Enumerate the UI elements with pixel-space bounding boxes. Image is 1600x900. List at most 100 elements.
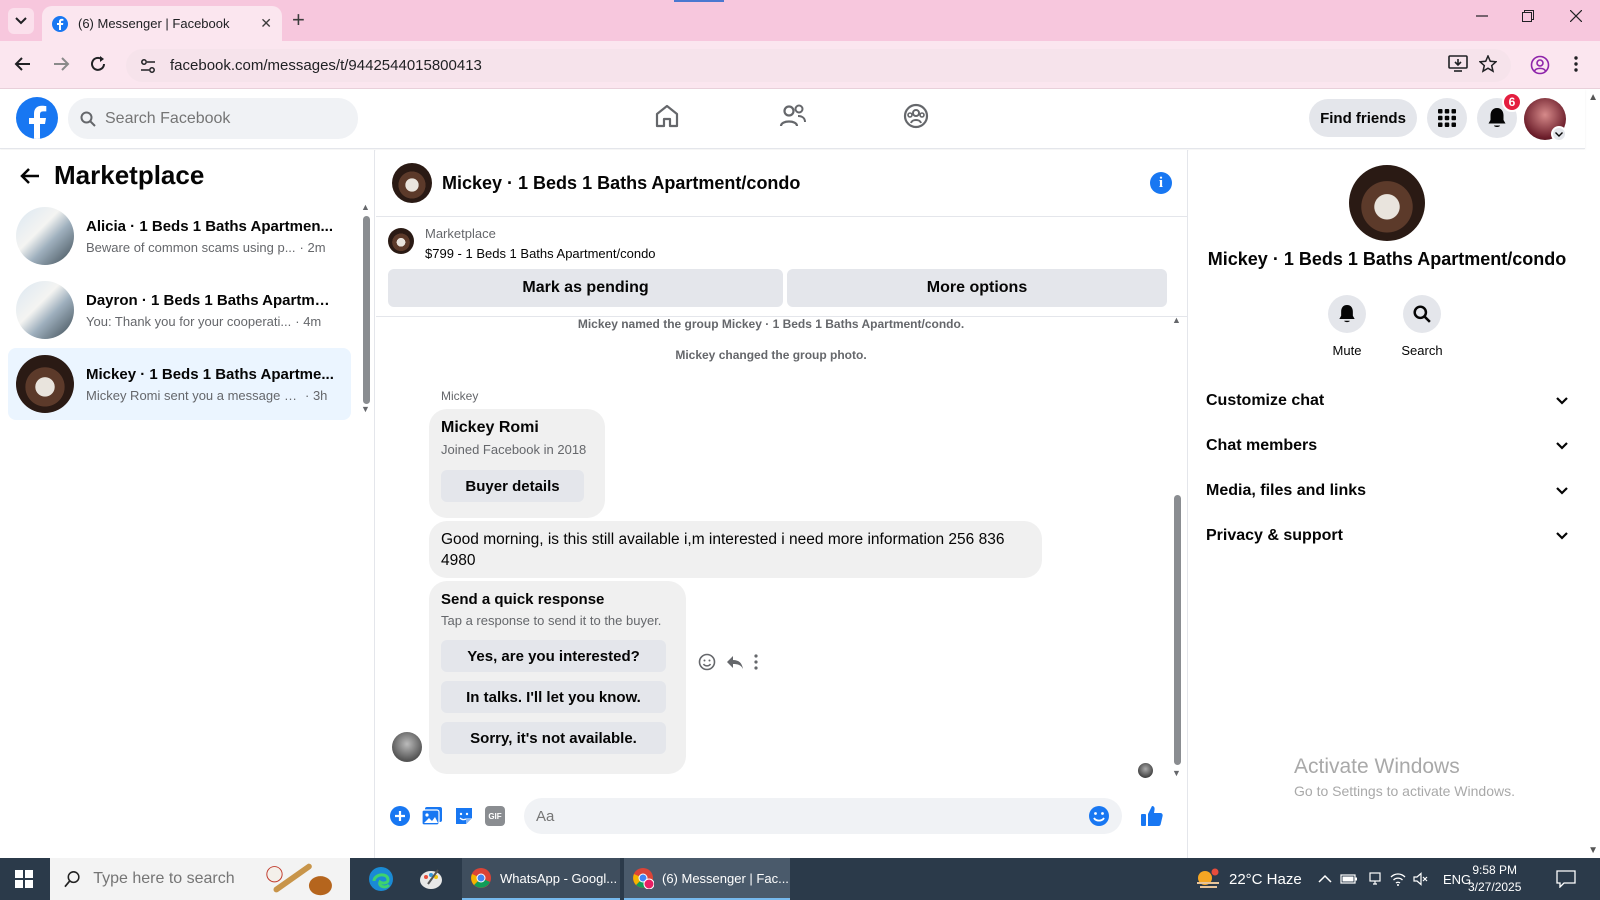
photo-icon[interactable] [421,806,443,826]
messenger-chrome-taskbar-item[interactable]: (6) Messenger | Fac... [624,858,790,900]
profile-icon[interactable] [1530,55,1550,75]
windows-start-icon[interactable] [0,858,48,900]
groups-icon[interactable] [903,103,929,129]
chat-list-item[interactable]: Dayron · 1 Beds 1 Baths Apartme... You: … [8,274,351,346]
home-icon[interactable] [654,103,680,129]
chat-scroll-down-icon[interactable]: ▼ [1172,768,1181,778]
listing-thumbnail[interactable] [388,228,414,254]
facebook-search-input[interactable] [105,109,335,128]
gif-icon[interactable]: GIF [485,806,505,826]
close-window-icon[interactable] [1570,10,1582,22]
customize-chat-row[interactable]: Customize chat [1206,381,1568,421]
reply-icon[interactable] [726,653,744,671]
thumbs-up-icon[interactable] [1140,804,1164,828]
forward-arrow-icon[interactable] [52,55,70,73]
chat-members-row[interactable]: Chat members [1206,426,1568,466]
tab-close-icon[interactable]: ✕ [260,15,272,32]
system-message: Mickey changed the group photo. [675,348,867,362]
account-chevron-icon[interactable] [1551,126,1567,142]
group-avatar[interactable] [1349,165,1425,241]
facebook-search-box[interactable] [68,98,358,139]
install-app-icon[interactable] [1448,55,1468,73]
media-files-links-row[interactable]: Media, files and links [1206,471,1568,511]
wifi-icon[interactable] [1390,858,1406,900]
volume-muted-icon[interactable] [1413,858,1429,900]
chat-time: · 3h [305,387,328,403]
show-hidden-icons[interactable] [1318,858,1332,900]
chat-scroll-up-icon[interactable]: ▲ [1172,315,1181,325]
quick-response-option[interactable]: In talks. I'll let you know. [441,681,666,713]
mute-action[interactable]: Mute [1312,295,1382,358]
group-name: Mickey · 1 Beds 1 Baths Apartment/condo [1207,249,1567,269]
section-label: Media, files and links [1206,482,1367,499]
quick-response-option[interactable]: Sorry, it's not available. [441,722,666,754]
mark-as-pending-button[interactable]: Mark as pending [388,269,783,307]
quick-response-option[interactable]: Yes, are you interested? [441,640,666,672]
back-arrow-icon[interactable] [14,55,32,73]
scroll-up-icon[interactable]: ▲ [361,202,370,212]
language-indicator[interactable]: ENG [1443,858,1471,900]
page-scroll-down-icon[interactable]: ▼ [1588,845,1598,856]
edge-taskbar-icon[interactable] [363,858,399,900]
facebook-logo-icon[interactable] [16,97,58,139]
device-icon[interactable] [1368,858,1382,900]
browser-tab[interactable]: (6) Messenger | Facebook ✕ [42,6,282,41]
chat-list-scrollbar[interactable] [363,216,370,404]
facebook-favicon-icon [52,15,68,32]
friends-icon[interactable] [779,103,807,129]
tab-search-button[interactable] [8,8,34,34]
conversation-scrollbar[interactable] [1174,495,1181,765]
search-icon [80,111,96,127]
minimize-icon[interactable] [1476,10,1488,22]
page-scroll-up-icon[interactable]: ▲ [1588,92,1598,103]
scroll-down-icon[interactable]: ▼ [361,404,370,414]
battery-icon[interactable] [1340,858,1358,900]
message-bubble[interactable]: Good morning, is this still available i,… [429,521,1042,578]
site-settings-icon[interactable] [140,58,156,74]
chat-list-item-active[interactable]: Mickey · 1 Beds 1 Baths Apartme... Micke… [8,348,351,420]
privacy-support-row[interactable]: Privacy & support [1206,516,1568,556]
section-label: Customize chat [1206,392,1325,409]
paint-app-taskbar-icon[interactable] [413,858,449,900]
buyer-details-button[interactable]: Buyer details [441,470,584,502]
search-button[interactable] [1403,295,1441,333]
message-input[interactable] [536,807,1088,825]
weather-widget[interactable]: 22°C Haze [1195,858,1302,900]
taskbar-search-box[interactable] [50,858,350,900]
reload-icon[interactable] [89,55,107,73]
listing-price[interactable]: $799 - 1 Beds 1 Baths Apartment/condo [425,246,656,261]
buyer-profile-card: Mickey Romi Joined Facebook in 2018 Buye… [429,409,605,518]
chat-list-item[interactable]: Alicia · 1 Beds 1 Baths Apartmen... Bewa… [8,200,351,272]
browser-menu-icon[interactable] [1574,55,1578,73]
emoji-icon[interactable] [1088,805,1110,827]
browser-tab-bar: (6) Messenger | Facebook ✕ + [0,0,1600,41]
restore-icon[interactable] [1522,10,1534,22]
quick-response-title: Send a quick response [441,591,605,608]
bookmark-star-icon[interactable] [1479,55,1497,73]
chat-name: Dayron · 1 Beds 1 Baths Apartme... [86,291,334,309]
notification-center-icon[interactable] [1556,858,1576,900]
react-icon[interactable] [698,653,716,671]
conversation-title[interactable]: Mickey · 1 Beds 1 Baths Apartment/condo [442,173,1150,194]
address-bar[interactable]: facebook.com/messages/t/9442544015800413 [126,49,1511,82]
conversation-panel: Mickey · 1 Beds 1 Baths Apartment/condo … [376,150,1188,858]
find-friends-button[interactable]: Find friends [1309,99,1417,137]
info-icon[interactable]: i [1150,172,1172,194]
more-vertical-icon[interactable] [754,654,758,670]
more-actions-plus-icon[interactable] [389,805,411,827]
weather-haze-icon [1197,868,1219,888]
whatsapp-chrome-taskbar-item[interactable]: WhatsApp - Googl... [462,858,620,900]
sticker-icon[interactable] [453,805,475,827]
chevron-down-icon [1556,397,1568,405]
back-arrow-icon[interactable] [20,167,40,185]
sender-avatar[interactable] [392,732,422,762]
search-action[interactable]: Search [1387,295,1457,358]
conversation-avatar[interactable] [392,163,432,203]
taskbar-search-input[interactable] [93,870,264,888]
more-options-button[interactable]: More options [787,269,1167,307]
new-tab-button[interactable]: + [292,9,305,31]
mute-button[interactable] [1328,295,1366,333]
menu-grid-button[interactable] [1427,98,1467,138]
taskbar-clock[interactable]: 9:58 PM 3/27/2025 [1468,862,1521,896]
message-input-box[interactable] [524,798,1122,834]
